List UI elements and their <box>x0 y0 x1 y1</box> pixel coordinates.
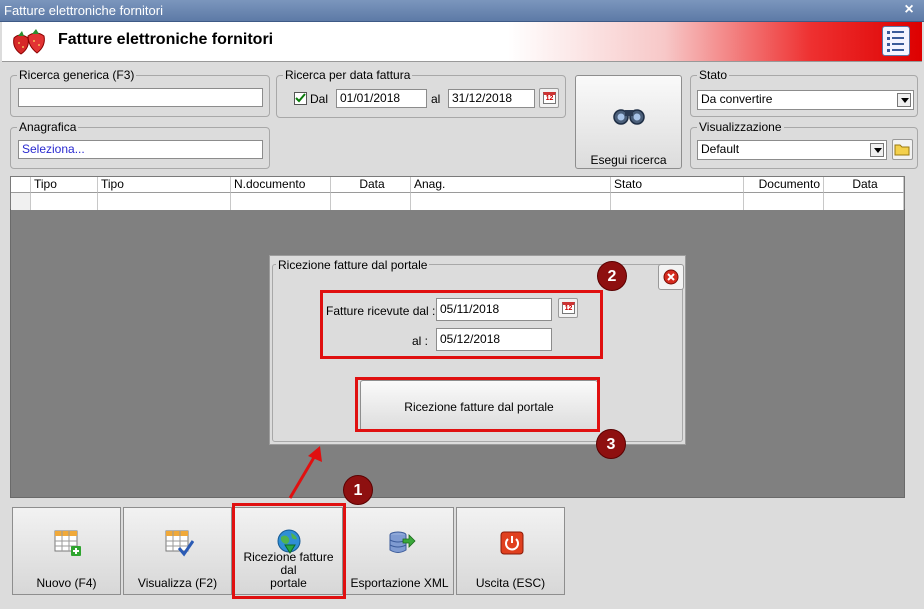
stato-label: Stato <box>697 68 730 82</box>
table-cell[interactable] <box>331 193 411 210</box>
visualizza-button[interactable]: Visualizza (F2) <box>123 507 232 595</box>
dal-date-input[interactable]: 01/01/2018 <box>336 89 427 108</box>
power-icon <box>500 531 524 555</box>
anagrafica-select[interactable]: Seleziona... <box>18 140 263 159</box>
stato-selected-value: Da convertire <box>701 92 773 106</box>
calendar-button[interactable]: 12 <box>539 88 559 108</box>
esegui-ricerca-button[interactable]: Esegui ricerca <box>575 75 682 169</box>
nuovo-button[interactable]: Nuovo (F4) <box>12 507 121 595</box>
chevron-down-icon[interactable] <box>897 93 911 107</box>
stato-select[interactable]: Da convertire <box>697 90 914 110</box>
annotation-badge-3: 3 <box>596 429 626 459</box>
folder-icon <box>894 144 910 156</box>
window-title: Fatture elettroniche fornitori <box>4 3 163 18</box>
dal-checkbox[interactable] <box>294 92 307 105</box>
stato-group: Stato Da convertire <box>690 68 918 117</box>
view-grid-icon <box>165 530 194 557</box>
esportazione-xml-button[interactable]: Esportazione XML <box>345 507 454 595</box>
al-date-input[interactable]: 31/12/2018 <box>448 89 535 108</box>
visualizzazione-select[interactable]: Default <box>697 140 887 160</box>
calendar-icon: 12 <box>543 92 556 104</box>
table-cell[interactable] <box>98 193 231 210</box>
table-cell[interactable] <box>611 193 744 210</box>
window-close-icon[interactable]: × <box>900 2 918 19</box>
binoculars-icon <box>613 109 645 125</box>
annotation-badge-1: 1 <box>343 475 373 505</box>
ricerca-data-label: Ricerca per data fattura <box>283 68 413 82</box>
annotation-badge-2: 2 <box>597 261 627 291</box>
annotation-arrow-icon <box>288 446 322 499</box>
visualizzazione-selected-value: Default <box>701 142 740 156</box>
dal-label: Dal <box>310 92 329 106</box>
ricerca-generica-label: Ricerca generica (F3) <box>17 68 137 82</box>
form-header: Fatture elettroniche fornitori <box>2 22 922 62</box>
visualizza-label: Visualizza (F2) <box>137 576 218 590</box>
database-export-icon <box>389 531 416 553</box>
checkmark-icon <box>295 93 306 103</box>
table-cell[interactable] <box>231 193 331 210</box>
visualizzazione-group: Visualizzazione Default <box>690 120 918 169</box>
column-header[interactable]: N.documento <box>231 177 331 193</box>
strawberry-logo-icon <box>13 29 45 55</box>
table-cell[interactable] <box>411 193 611 210</box>
anagrafica-group: Anagrafica Seleziona... <box>10 120 270 169</box>
table-cell[interactable] <box>824 193 904 210</box>
row-indicator-header <box>11 177 31 193</box>
ricerca-data-group: Ricerca per data fattura Dal 01/01/2018 … <box>276 68 566 118</box>
esegui-ricerca-label: Esegui ricerca <box>590 153 667 167</box>
chevron-down-icon[interactable] <box>870 143 884 157</box>
folder-button[interactable] <box>892 139 913 160</box>
esportazione-xml-label: Esportazione XML <box>350 576 449 590</box>
ricerca-generica-group: Ricerca generica (F3) <box>10 68 270 117</box>
annotation-box-dates <box>320 290 603 359</box>
dialog-title: Ricezione fatture dal portale <box>276 258 430 272</box>
table-cell[interactable] <box>744 193 824 210</box>
column-header[interactable]: Data <box>824 177 904 193</box>
column-header[interactable]: Anag. <box>411 177 611 193</box>
new-grid-icon <box>54 530 81 556</box>
nuovo-label: Nuovo (F4) <box>36 576 97 590</box>
column-header[interactable]: Documento <box>744 177 824 193</box>
annotation-box-action <box>355 377 600 432</box>
table-row-indicator[interactable] <box>11 193 31 210</box>
column-header[interactable]: Tipo <box>31 177 98 193</box>
page-title: Fatture elettroniche fornitori <box>58 31 274 48</box>
column-header[interactable]: Tipo <box>98 177 231 193</box>
ricerca-generica-input[interactable] <box>18 88 263 107</box>
visualizzazione-label: Visualizzazione <box>697 120 784 134</box>
uscita-label: Uscita (ESC) <box>475 576 546 590</box>
dialog-close-button[interactable] <box>658 264 684 290</box>
results-table: Tipo Tipo N.documento Data Anag. Stato D… <box>10 176 905 210</box>
anagrafica-label: Anagrafica <box>17 120 79 134</box>
uscita-button[interactable]: Uscita (ESC) <box>456 507 565 595</box>
table-cell[interactable] <box>31 193 98 210</box>
close-icon <box>663 269 679 285</box>
window-title-bar: Fatture elettroniche fornitori × <box>0 0 924 22</box>
column-header[interactable]: Stato <box>611 177 744 193</box>
column-header[interactable]: Data <box>331 177 411 193</box>
annotation-box-button <box>232 503 346 599</box>
al-label: al <box>431 92 441 106</box>
document-list-icon[interactable] <box>882 26 910 56</box>
